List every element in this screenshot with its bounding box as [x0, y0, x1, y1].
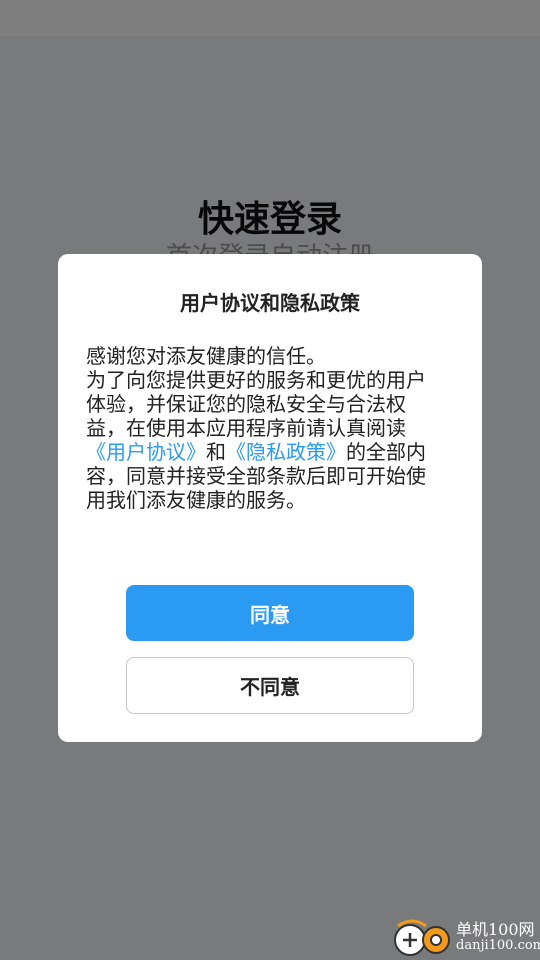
user-agreement-link[interactable]: 《用户协议》 [86, 440, 206, 464]
dialog-body-and: 和 [206, 440, 226, 464]
dialog-body: 感谢您对添友健康的信任。 为了向您提供更好的服务和更优的用户体验，并保证您的隐私… [86, 344, 436, 512]
dialog-body-line1: 感谢您对添友健康的信任。 [86, 344, 326, 368]
agree-button[interactable]: 同意 [126, 585, 414, 641]
disagree-button[interactable]: 不同意 [126, 657, 414, 714]
dialog-body-text-prefix: 为了向您提供更好的服务和更优的用户体验，并保证您的隐私安全与合法权益，在使用本应… [86, 368, 426, 440]
watermark: 单机100网 danji100.com [390, 916, 540, 960]
dialog-title: 用户协议和隐私政策 [180, 291, 360, 315]
app-screen: 快速登录 首次登录自动注册 用户协议和隐私政策 感谢您对添友健康的信任。 为了向… [0, 0, 540, 960]
watermark-logo-icon [394, 919, 450, 956]
privacy-dialog: 用户协议和隐私政策 感谢您对添友健康的信任。 为了向您提供更好的服务和更优的用户… [58, 254, 482, 742]
watermark-url: danji100.com [456, 938, 540, 953]
watermark-name: 单机100网 [456, 920, 535, 939]
privacy-policy-link[interactable]: 《隐私政策》 [226, 440, 346, 464]
dialog-body-paragraph: 为了向您提供更好的服务和更优的用户体验，并保证您的隐私安全与合法权益，在使用本应… [86, 368, 436, 512]
